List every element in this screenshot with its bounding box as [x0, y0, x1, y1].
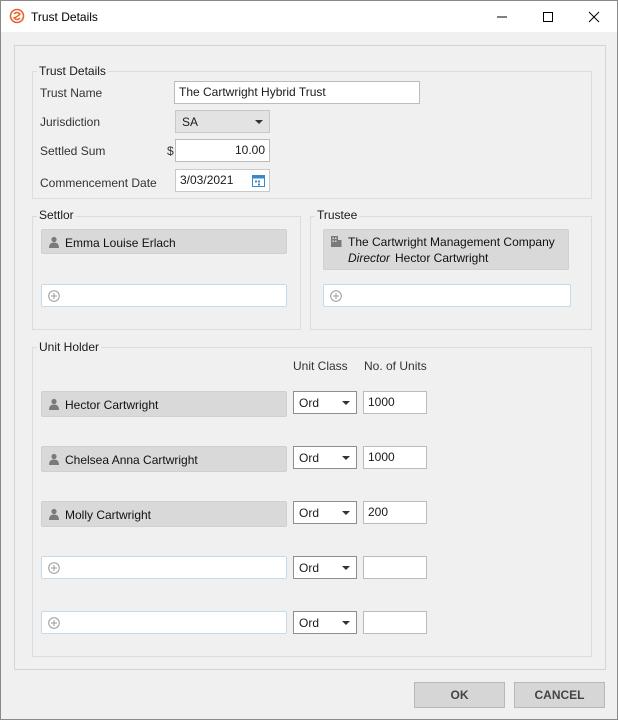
maximize-button[interactable] [525, 1, 571, 32]
settlor-add-slot[interactable] [41, 284, 287, 307]
units-column-header: No. of Units [364, 359, 427, 373]
units-input[interactable]: 1000 [363, 446, 427, 469]
units-input[interactable]: 1000 [363, 391, 427, 414]
unit-holder-name: Molly Cartwright [65, 508, 152, 522]
minimize-button[interactable] [479, 1, 525, 32]
minimize-icon [497, 16, 507, 17]
chevron-down-icon [342, 401, 350, 405]
unit-holder-name: Chelsea Anna Cartwright [65, 453, 198, 467]
add-circle-icon [48, 617, 60, 629]
title-bar: Trust Details [1, 1, 617, 32]
cancel-button[interactable]: CANCEL [514, 682, 605, 708]
chevron-down-icon [342, 621, 350, 625]
unit-class-value: Ord [299, 396, 320, 410]
unit-holder-name: Hector Cartwright [65, 398, 159, 412]
unit-class-select[interactable]: Ord [293, 611, 357, 634]
unit-holder-group-title: Unit Holder [37, 340, 102, 354]
unit-class-select[interactable]: Ord [293, 556, 357, 579]
app-logo-icon [9, 8, 25, 24]
settled-sum-input[interactable]: 10.00 [175, 139, 270, 162]
add-circle-icon [48, 290, 60, 302]
building-icon [331, 236, 342, 247]
trustee-add-slot[interactable] [323, 284, 571, 307]
unit-holder-add-slot[interactable] [41, 556, 287, 579]
maximize-icon [543, 11, 553, 22]
settled-sum-label: Settled Sum [40, 144, 106, 158]
chevron-down-icon [342, 566, 350, 570]
chevron-down-icon [255, 120, 263, 124]
unit-class-select[interactable]: Ord [293, 391, 357, 414]
jurisdiction-label: Jurisdiction [40, 115, 101, 129]
trust-details-group-title: Trust Details [37, 64, 108, 78]
chevron-down-icon [342, 511, 350, 515]
calendar-icon[interactable] [252, 174, 265, 187]
trustee-group-title: Trustee [315, 208, 360, 222]
unit-class-value: Ord [299, 506, 320, 520]
unit-class-select[interactable]: Ord [293, 446, 357, 469]
currency-symbol: $ [167, 144, 174, 158]
close-icon [588, 11, 600, 22]
window-title: Trust Details [31, 10, 98, 24]
settlor-group-title: Settlor [37, 208, 76, 222]
chevron-down-icon [342, 456, 350, 460]
units-input[interactable] [363, 611, 427, 634]
unit-holder-add-slot[interactable] [41, 611, 287, 634]
person-icon [49, 398, 59, 410]
unit-holder-chip[interactable]: Hector Cartwright [41, 391, 287, 417]
units-input[interactable] [363, 556, 427, 579]
trustee-role: Director [348, 251, 391, 265]
unit-class-value: Ord [299, 616, 320, 630]
units-input[interactable]: 200 [363, 501, 427, 524]
unit-class-column-header: Unit Class [293, 359, 348, 373]
trustee-director-name: Hector Cartwright [395, 251, 489, 265]
trust-details-window: Trust Details Trust Details Trust Name T… [0, 0, 618, 720]
add-circle-icon [48, 562, 60, 574]
trustee-company-name: The Cartwright Management Company [348, 235, 555, 249]
commencement-date-value: 3/03/2021 [180, 173, 234, 187]
add-circle-icon [330, 290, 342, 302]
unit-class-select[interactable]: Ord [293, 501, 357, 524]
dialog-content: Trust Details Trust Name The Cartwright … [14, 45, 606, 670]
person-icon [49, 508, 59, 520]
jurisdiction-select[interactable]: SA [175, 110, 270, 133]
trustee-chip[interactable]: The Cartwright Management Company Direct… [323, 229, 569, 270]
jurisdiction-value: SA [182, 115, 199, 129]
settlor-name: Emma Louise Erlach [65, 236, 176, 250]
person-icon [49, 236, 59, 248]
trust-name-label: Trust Name [40, 86, 103, 100]
close-button[interactable] [571, 1, 617, 32]
settlor-chip[interactable]: Emma Louise Erlach [41, 229, 287, 254]
person-icon [49, 453, 59, 465]
unit-holder-chip[interactable]: Molly Cartwright [41, 501, 287, 527]
unit-holder-chip[interactable]: Chelsea Anna Cartwright [41, 446, 287, 472]
ok-button[interactable]: OK [414, 682, 505, 708]
unit-class-value: Ord [299, 561, 320, 575]
trust-name-input[interactable]: The Cartwright Hybrid Trust [174, 81, 420, 104]
unit-class-value: Ord [299, 451, 320, 465]
commencement-date-label: Commencement Date [40, 176, 157, 190]
